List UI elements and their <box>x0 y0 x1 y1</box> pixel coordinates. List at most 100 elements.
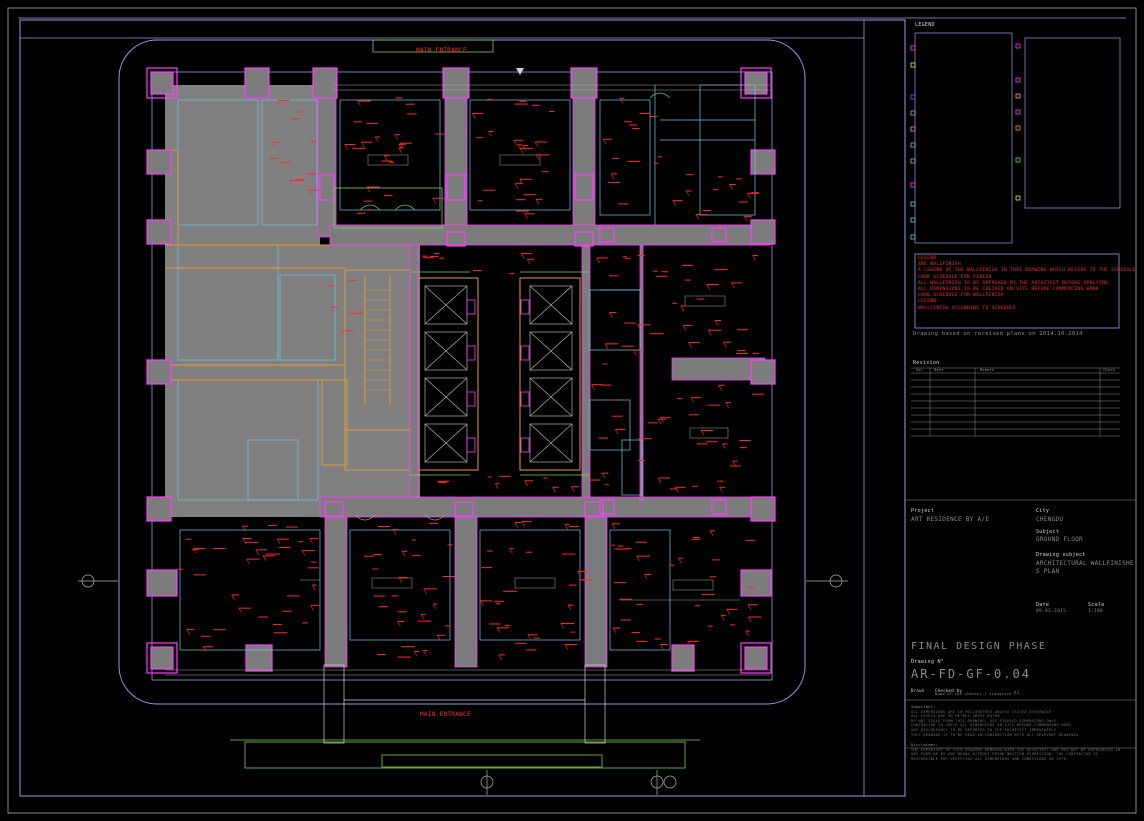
legend-swatch <box>910 182 916 188</box>
annotation-leader <box>361 142 365 148</box>
annotation-leader <box>357 100 361 107</box>
annotation-leader <box>488 131 492 137</box>
sheet-size: A1 <box>1014 690 1020 695</box>
drawing-subject-value-2: S PLAN <box>1036 568 1060 575</box>
annotation-leader <box>246 558 250 565</box>
annotation-leader <box>732 461 736 467</box>
drawn-label: Drawn <box>911 688 925 693</box>
legend-swatch <box>910 142 916 148</box>
scale-value: 1:100 <box>1088 609 1104 614</box>
annotation-leader <box>231 594 235 601</box>
revision-title: Revision <box>913 360 940 366</box>
annotation-leader <box>527 634 532 640</box>
annotation-leader <box>644 574 648 580</box>
annotation-leader <box>436 635 441 641</box>
revision-col-date: Date <box>934 368 944 372</box>
annotation-leader <box>564 524 569 530</box>
annotation-leader <box>432 603 437 610</box>
annotation-leader <box>498 654 503 661</box>
annotation-leader <box>610 173 615 180</box>
annotation-leader <box>535 199 540 205</box>
drawing-no-label: Drawing N° <box>911 659 945 665</box>
annotation-leader <box>636 555 641 562</box>
annotation-leader <box>577 571 582 577</box>
annotation-leader <box>657 477 662 484</box>
drawing-number: AR-FD-GF-0.04 <box>911 667 1031 681</box>
annotation-leader <box>526 259 531 265</box>
notes-line: THIS DRAWING IS TO BE READ IN CONJUNCTIO… <box>911 732 1079 737</box>
annotation-leader <box>186 629 190 635</box>
city-label: City <box>1036 508 1050 514</box>
annotation-leader <box>745 630 749 637</box>
annotation-leader <box>747 604 752 610</box>
annotation-leader <box>398 147 402 154</box>
annotation-leader <box>619 98 624 104</box>
annotation-leader <box>719 487 723 493</box>
annotation-leader <box>262 555 267 561</box>
annotation-leader <box>521 521 526 527</box>
project-label: Project <box>911 508 935 514</box>
legend-swatch <box>910 158 916 164</box>
annotation-leader <box>660 644 664 650</box>
annotation-leader <box>277 538 281 545</box>
legend-panel <box>910 32 1121 244</box>
annotation-leader <box>567 604 572 611</box>
legend-swatches <box>910 43 1021 240</box>
annotation-leader <box>614 429 619 435</box>
elevator-core <box>417 277 581 471</box>
annotation-leader <box>420 614 425 620</box>
annotation-leader <box>721 615 725 621</box>
annotation-leader <box>571 486 575 492</box>
annotation-leader <box>682 325 687 331</box>
legend-swatch <box>1015 125 1021 131</box>
annotation-leader <box>709 530 714 536</box>
bottom-entrance-label: MAIN ENTRANCE <box>420 711 471 718</box>
annotation-leader <box>718 385 722 391</box>
annotation-leader <box>601 473 606 479</box>
annotation-leader <box>743 216 748 222</box>
legend-swatch <box>910 126 916 132</box>
legend-note-line: A LEGEND OF THE WALLFINISH IN THIS DRAWI… <box>918 268 1136 274</box>
annotation-leader <box>612 627 617 634</box>
annotation-leader <box>509 548 513 554</box>
annotation-leader <box>524 213 528 219</box>
annotation-leader <box>564 644 569 650</box>
annotation-leader <box>255 549 260 556</box>
scale-label: Scale <box>1088 602 1105 608</box>
annotation-leader <box>695 214 700 220</box>
annotation-leader <box>374 136 379 143</box>
annotation-leader <box>423 588 427 595</box>
subject-value: GROUND FLOOR <box>1036 536 1083 543</box>
annotation-leader <box>310 605 314 611</box>
annotation-leader <box>394 134 398 140</box>
annotation-leader <box>672 200 676 206</box>
design-phase: FINAL DESIGN PHASE <box>911 641 1047 652</box>
disclaimer-text: THE COPYRIGHT OF THIS DRAWING REMAINS WI… <box>911 747 1121 761</box>
annotation-leader <box>596 257 600 264</box>
annotation-leader <box>513 140 518 146</box>
top-entrance-label: MAIN ENTRANCE <box>416 47 467 54</box>
legend-swatch <box>910 201 916 207</box>
revision-col-check: Check <box>1103 368 1116 372</box>
annotation-leader <box>472 113 476 119</box>
cad-drawing-sheet <box>7 7 1137 814</box>
annotation-leader <box>552 487 556 493</box>
date-label: Date <box>1036 602 1050 608</box>
legend-swatch <box>1015 195 1021 201</box>
annotation-leader <box>401 551 406 557</box>
legend-swatch <box>910 217 916 223</box>
annotation-leader <box>591 384 595 390</box>
annotation-leader <box>690 397 695 403</box>
annotation-leader <box>747 193 751 199</box>
drawing-subject-label: Drawing subject <box>1036 552 1086 558</box>
legend-swatch <box>910 110 916 116</box>
annotation-leader <box>675 487 679 493</box>
gray-zone-west <box>165 85 320 515</box>
annotation-leader <box>688 342 692 348</box>
checked-value: Name of the checker / signature <box>935 692 1012 696</box>
annotation-leader <box>520 253 525 259</box>
notes-block: Important: ALL DIMENSIONS ARE IN MILLIME… <box>911 705 1121 762</box>
based-on-note: Drawing based on received plans on 2014.… <box>913 331 1083 337</box>
annotation-leader <box>397 621 401 627</box>
annotation-leader <box>423 650 427 656</box>
